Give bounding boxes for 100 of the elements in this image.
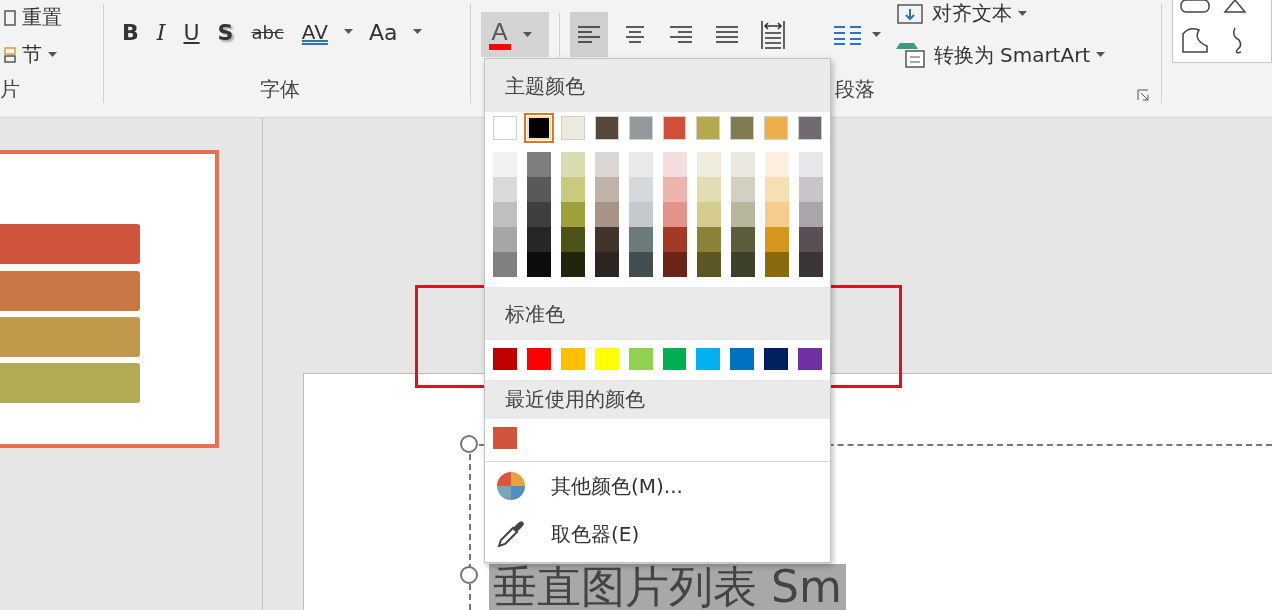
- group-label: 片: [0, 76, 21, 103]
- color-swatch[interactable]: [697, 227, 721, 252]
- color-swatch[interactable]: [697, 152, 721, 177]
- reset-button[interactable]: 重置: [4, 4, 103, 31]
- color-swatch[interactable]: [765, 227, 789, 252]
- color-swatch[interactable]: [560, 116, 585, 140]
- color-swatch[interactable]: [561, 177, 585, 202]
- color-swatch[interactable]: [697, 202, 721, 227]
- color-swatch[interactable]: [527, 177, 551, 202]
- strike-button[interactable]: abc: [249, 21, 286, 43]
- color-swatch[interactable]: [629, 177, 653, 202]
- color-swatch[interactable]: [594, 116, 619, 140]
- color-swatch[interactable]: [493, 252, 517, 277]
- bold-button[interactable]: B: [120, 19, 141, 45]
- color-swatch[interactable]: [799, 177, 823, 202]
- color-wheel-icon: [495, 470, 527, 502]
- color-swatch[interactable]: [493, 427, 517, 449]
- spacing-button[interactable]: AV: [299, 20, 330, 44]
- color-swatch[interactable]: [595, 152, 619, 177]
- smartart-icon: [895, 41, 928, 69]
- font-color-button[interactable]: A: [480, 12, 549, 57]
- more-colors-item[interactable]: 其他颜色(M)...: [485, 462, 830, 510]
- color-swatch[interactable]: [527, 252, 551, 277]
- color-swatch[interactable]: [731, 252, 755, 277]
- color-swatch[interactable]: [628, 116, 653, 140]
- color-swatch[interactable]: [730, 348, 755, 370]
- color-swatch[interactable]: [527, 227, 551, 252]
- color-swatch[interactable]: [560, 348, 585, 370]
- color-swatch[interactable]: [629, 227, 653, 252]
- color-swatch[interactable]: [493, 177, 517, 202]
- caret-icon: [871, 31, 881, 38]
- section-header: 主题颜色: [485, 59, 830, 112]
- color-swatch[interactable]: [493, 202, 517, 227]
- color-swatch[interactable]: [697, 252, 721, 277]
- dialog-launcher-icon[interactable]: [1136, 89, 1149, 101]
- color-swatch[interactable]: [663, 252, 687, 277]
- color-swatch[interactable]: [663, 152, 687, 177]
- color-swatch[interactable]: [561, 202, 585, 227]
- color-swatch[interactable]: [765, 152, 789, 177]
- color-swatch[interactable]: [798, 348, 823, 370]
- color-swatch[interactable]: [493, 152, 517, 177]
- color-swatch[interactable]: [799, 227, 823, 252]
- color-swatch[interactable]: [526, 116, 551, 140]
- color-swatch[interactable]: [561, 227, 585, 252]
- color-swatch[interactable]: [799, 202, 823, 227]
- color-swatch[interactable]: [629, 202, 653, 227]
- color-swatch[interactable]: [765, 202, 789, 227]
- group-label: 段落: [834, 76, 875, 103]
- underline-button[interactable]: U: [181, 19, 202, 45]
- color-swatch[interactable]: [561, 252, 585, 277]
- color-swatch[interactable]: [527, 202, 551, 227]
- color-swatch[interactable]: [731, 152, 755, 177]
- color-swatch[interactable]: [595, 252, 619, 277]
- align-button[interactable]: [569, 12, 608, 57]
- color-swatch[interactable]: [764, 348, 789, 370]
- align-text-icon: [895, 2, 926, 25]
- convert-smartart-button[interactable]: 转换为 SmartArt: [895, 41, 1106, 69]
- align-text-button[interactable]: 对齐文本: [895, 0, 1106, 27]
- color-swatch[interactable]: [527, 152, 551, 177]
- color-swatch[interactable]: [526, 348, 551, 370]
- color-swatch[interactable]: [697, 177, 721, 202]
- color-swatch[interactable]: [595, 227, 619, 252]
- color-swatch[interactable]: [798, 116, 823, 140]
- color-swatch[interactable]: [663, 177, 687, 202]
- color-swatch[interactable]: [731, 227, 755, 252]
- color-swatch[interactable]: [731, 177, 755, 202]
- color-swatch[interactable]: [731, 202, 755, 227]
- shadow-button[interactable]: S: [215, 19, 236, 45]
- section-header: 标准色: [485, 287, 830, 340]
- color-swatch[interactable]: [765, 177, 789, 202]
- color-swatch[interactable]: [629, 252, 653, 277]
- color-swatch[interactable]: [628, 348, 653, 370]
- shapes-gallery[interactable]: [1171, 0, 1272, 63]
- slide-thumbnail[interactable]: [0, 150, 219, 448]
- color-swatch[interactable]: [696, 348, 721, 370]
- color-swatch[interactable]: [799, 252, 823, 277]
- color-swatch[interactable]: [561, 152, 585, 177]
- color-swatch[interactable]: [493, 227, 517, 252]
- color-swatch[interactable]: [493, 116, 517, 140]
- color-swatch[interactable]: [799, 152, 823, 177]
- color-swatch[interactable]: [730, 116, 755, 140]
- color-swatch[interactable]: [595, 177, 619, 202]
- color-swatch[interactable]: [765, 252, 789, 277]
- color-swatch[interactable]: [629, 152, 653, 177]
- eyedropper-item[interactable]: 取色器(E): [485, 510, 830, 558]
- italic-button[interactable]: I: [154, 19, 168, 45]
- color-swatch[interactable]: [663, 202, 687, 227]
- color-swatch[interactable]: [594, 348, 619, 370]
- color-swatch[interactable]: [595, 202, 619, 227]
- section-button[interactable]: 节: [4, 41, 103, 68]
- color-swatch[interactable]: [662, 348, 687, 370]
- color-swatch[interactable]: [696, 116, 721, 140]
- color-swatch[interactable]: [663, 227, 687, 252]
- case-button[interactable]: Aa: [366, 19, 400, 45]
- slide-title-text: 垂直图片列表 Sm: [489, 564, 846, 610]
- distributed-align-icon: [760, 19, 785, 50]
- color-swatch[interactable]: [662, 116, 687, 140]
- right-align-icon: [668, 23, 693, 46]
- color-swatch[interactable]: [493, 348, 517, 370]
- color-swatch[interactable]: [764, 116, 789, 140]
